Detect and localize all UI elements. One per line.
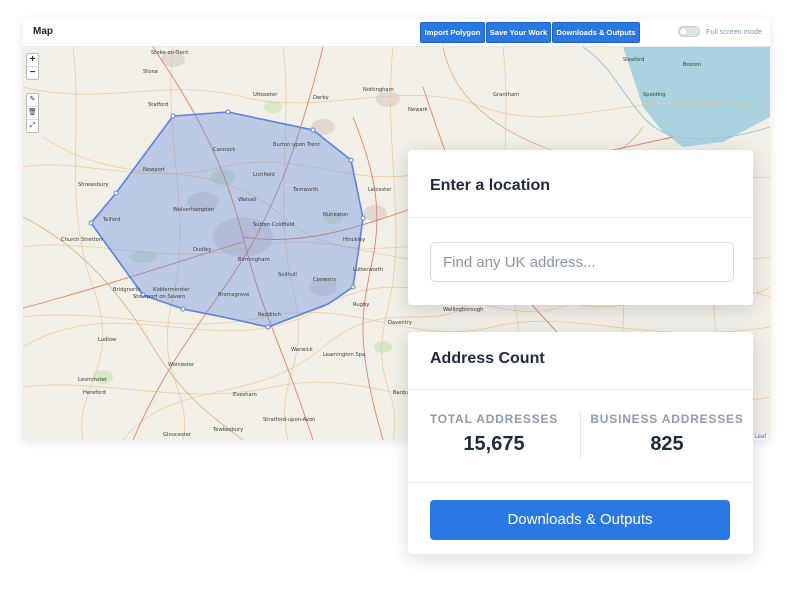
place-label: Bridgnorth	[113, 287, 141, 293]
toggle-knob	[680, 28, 687, 35]
place-label: Church Stretton	[61, 237, 103, 243]
place-label: Kidderminster	[153, 287, 190, 293]
place-label: Warwick	[291, 347, 313, 353]
place-label: Sutton Coldfield	[253, 222, 295, 228]
place-label: Tamworth	[293, 187, 319, 193]
total-addresses-value: 15,675	[463, 433, 525, 455]
map-header: Map Import Polygon Save Your Work Downlo…	[23, 19, 770, 47]
place-label: Hinckley	[343, 237, 366, 243]
place-label: Nuneaton	[323, 212, 349, 218]
draw-toolbar: ✎ 🗑 ⤢	[26, 93, 39, 133]
place-label: Leicester	[368, 187, 392, 193]
edit-icon[interactable]: ✎	[27, 94, 38, 107]
place-label: Ludlow	[98, 337, 117, 343]
place-label: Boston	[683, 62, 701, 68]
place-label: Lichfield	[253, 172, 275, 178]
place-label: Gloucester	[163, 432, 192, 438]
place-label: Spalding	[643, 92, 666, 98]
downloads-outputs-button[interactable]: Downloads & Outputs	[430, 500, 730, 540]
place-label: Bromsgrove	[218, 292, 250, 298]
place-label: Hereford	[83, 390, 106, 396]
place-label: Stafford	[148, 102, 169, 108]
place-label: Stone	[143, 69, 158, 75]
place-label: Stourport on Severn	[133, 294, 186, 300]
place-label: Worcester	[168, 362, 195, 368]
business-addresses-value: 825	[650, 433, 684, 455]
zoom-control: + −	[26, 53, 39, 80]
place-label: Wolverhampton	[173, 207, 215, 213]
fullscreen-toggle[interactable]	[678, 26, 700, 37]
place-label: Newport	[143, 167, 165, 173]
total-addresses-label: TOTAL ADDRESSES	[429, 412, 559, 426]
place-label: Shrewsbury	[78, 182, 109, 188]
address-count-panel: Address Count TOTAL ADDRESSES 15,675 BUS…	[408, 332, 753, 554]
place-label: Walsall	[238, 197, 257, 203]
address-search-input[interactable]	[430, 242, 734, 282]
place-label: Telford	[103, 217, 121, 223]
place-label: Wellingborough	[443, 307, 484, 313]
place-label: Cannock	[213, 147, 236, 153]
place-label: Stratford-upon-Avon	[263, 417, 316, 423]
address-count-title: Address Count	[430, 350, 545, 367]
import-polygon-button[interactable]: Import Polygon	[420, 22, 485, 43]
location-panel-title: Enter a location	[430, 177, 551, 194]
place-label: Coventry	[313, 277, 337, 283]
place-label: Evesham	[233, 392, 257, 398]
place-label: Redditch	[258, 312, 281, 318]
save-work-button[interactable]: Save Your Work	[486, 22, 551, 43]
place-label: Daventry	[388, 320, 412, 326]
place-label: Leamington Spa	[323, 352, 366, 358]
count-divider-top	[408, 389, 753, 390]
place-label: Sleaford	[623, 57, 645, 63]
place-label: Grantham	[493, 92, 520, 98]
location-divider	[408, 217, 753, 218]
map-title: Map	[33, 26, 53, 37]
fullscreen-label: Full screen mode	[706, 27, 762, 36]
count-divider-bottom	[408, 482, 753, 483]
place-label: Stoke-on-Trent	[151, 50, 189, 56]
place-label: Burton upon Trent	[273, 142, 320, 148]
place-label: Derby	[313, 95, 329, 101]
place-label: Newark	[408, 107, 428, 113]
trash-icon[interactable]: 🗑	[27, 107, 38, 120]
place-label: Tewkesbury	[213, 427, 244, 433]
place-label: Leominster	[78, 377, 108, 383]
place-label: Birmingham	[238, 257, 270, 263]
place-label: Nottingham	[363, 87, 394, 93]
location-panel: Enter a location	[408, 150, 753, 305]
business-addresses-label: BUSINESS ADDRESSES	[590, 412, 744, 426]
zoom-out-button[interactable]: −	[27, 67, 38, 79]
map-attribution[interactable]: Leaf	[752, 434, 768, 440]
place-label: Uttoxeter	[253, 92, 278, 98]
zoom-in-button[interactable]: +	[27, 54, 38, 67]
place-label: Lutterworth	[353, 267, 384, 273]
place-label: Rugby	[353, 302, 370, 308]
header-downloads-button[interactable]: Downloads & Outputs	[552, 22, 640, 43]
expand-icon[interactable]: ⤢	[27, 120, 38, 132]
place-label: Dudley	[193, 247, 212, 253]
place-label: Solihull	[278, 272, 297, 278]
